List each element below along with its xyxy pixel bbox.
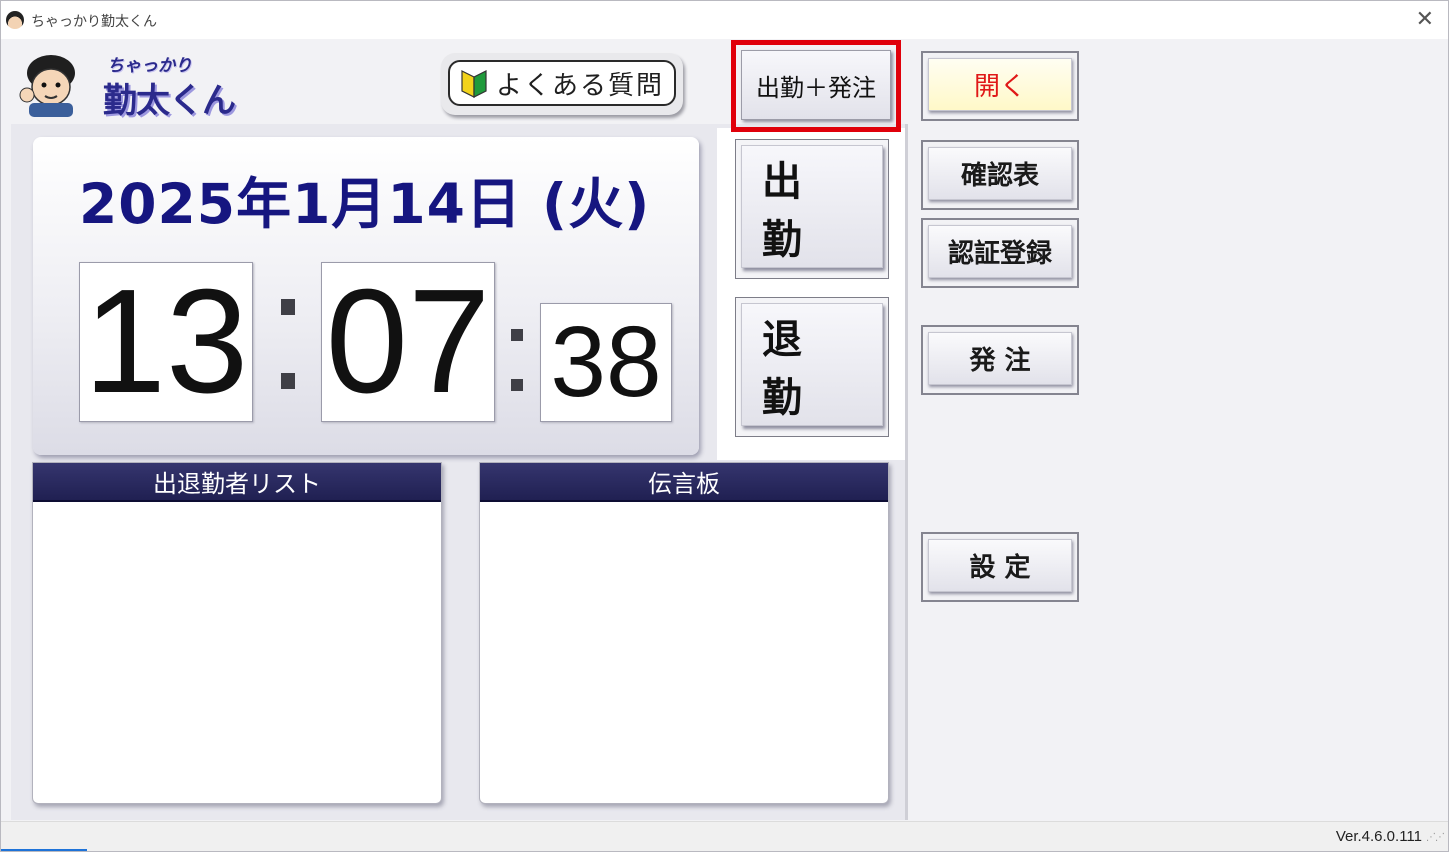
attendance-list-header: 出退勤者リスト [33, 463, 441, 502]
clock-seconds: 38 [540, 303, 672, 422]
faq-button-label: よくある質問 [495, 70, 664, 101]
app-window: ちゃっかり勤太くん ✕ ちゃっかり 勤太くん よくある質問 2025年1月14日… [0, 0, 1449, 852]
mascot-icon [19, 55, 75, 117]
clock-minutes: 07 [321, 259, 495, 424]
clock-in-and-order-button[interactable]: 出勤＋発注 [741, 50, 891, 120]
clock-out-button[interactable]: 退 勤 [735, 297, 889, 437]
open-button-label: 開く [928, 58, 1072, 111]
clock-out-label: 退 勤 [741, 303, 883, 426]
title-bar: ちゃっかり勤太くん ✕ [1, 1, 1448, 39]
settings-button[interactable]: 設 定 [921, 532, 1079, 602]
faq-button-face: よくある質問 [448, 60, 676, 106]
attendance-list[interactable]: 出退勤者リスト [32, 462, 442, 804]
close-icon[interactable]: ✕ [1416, 7, 1434, 32]
message-board-header: 伝言板 [480, 463, 888, 502]
app-logo: ちゃっかり 勤太くん [13, 49, 245, 121]
status-bar: Ver.4.6.0.111 ⋰⋰ [1, 821, 1448, 851]
order-button[interactable]: 発 注 [921, 325, 1079, 395]
message-board[interactable]: 伝言板 [479, 462, 889, 804]
clock-colon-2 [511, 329, 525, 391]
settings-button-label: 設 定 [928, 539, 1072, 592]
window-title: ちゃっかり勤太くん [31, 14, 157, 30]
order-button-label: 発 注 [928, 332, 1072, 385]
clock-in-label: 出 勤 [741, 145, 883, 268]
resize-grip-icon[interactable]: ⋰⋰ [1426, 832, 1445, 843]
clock-in-button[interactable]: 出 勤 [735, 139, 889, 279]
version-label: Ver.4.6.0.111 [1335, 828, 1422, 845]
clock-hours: 13 [79, 259, 253, 424]
logo-big-text: 勤太くん [103, 81, 236, 121]
check-sheet-button[interactable]: 確認表 [921, 140, 1079, 210]
check-sheet-label: 確認表 [928, 147, 1072, 200]
faq-button[interactable]: よくある質問 [441, 53, 683, 115]
auth-register-label: 認証登録 [928, 225, 1072, 278]
current-date: 2025年1月14日 (火) [79, 172, 651, 236]
clock-colon-1 [281, 299, 295, 389]
panel-divider [905, 124, 908, 820]
auth-register-button[interactable]: 認証登録 [921, 218, 1079, 288]
beginner-mark-icon [461, 70, 487, 98]
app-icon [6, 11, 24, 29]
open-button[interactable]: 開く [921, 51, 1079, 121]
